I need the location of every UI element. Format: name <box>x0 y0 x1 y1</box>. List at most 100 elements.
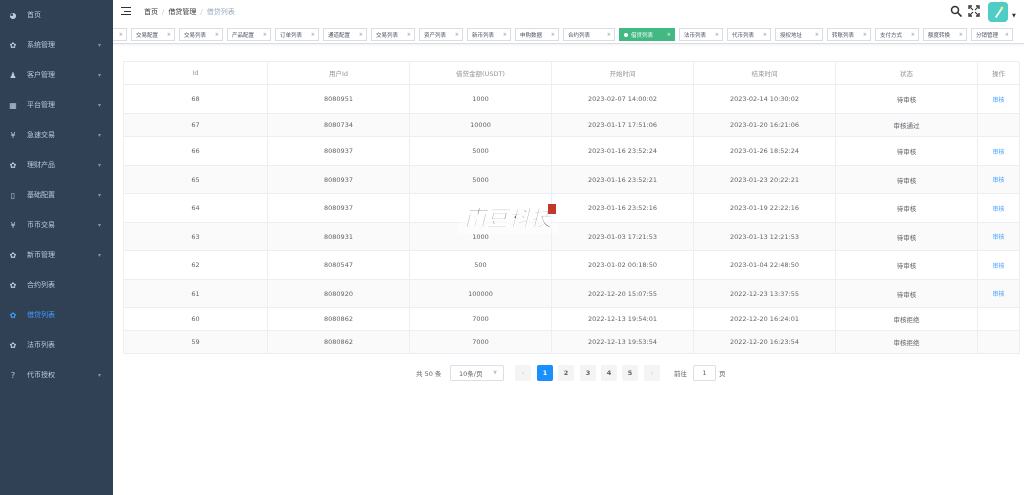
sidebar-item[interactable]: ▦ 平台管理 ▾ <box>0 90 113 120</box>
close-icon[interactable]: × <box>311 32 315 38</box>
sidebar-item[interactable]: ✿ 新币管理 ▾ <box>0 240 113 270</box>
close-icon[interactable]: × <box>1005 32 1009 38</box>
sidebar-item-label: 借贷列表 <box>27 311 55 319</box>
cell-user-id: 8080951 <box>268 85 410 114</box>
gear-icon: ✿ <box>9 250 17 260</box>
review-link[interactable]: 审核 <box>992 175 1004 184</box>
page-button[interactable]: 2 <box>558 365 574 381</box>
fullscreen-icon[interactable] <box>968 5 980 17</box>
tag-item[interactable]: 合约列表 × <box>563 28 615 41</box>
sidebar-item[interactable]: ✿ 系统管理 ▾ <box>0 30 113 60</box>
cell-end-time: 2023-01-20 16:21:06 <box>694 114 836 137</box>
close-icon[interactable]: × <box>607 32 611 38</box>
close-icon[interactable]: × <box>551 32 555 38</box>
close-icon[interactable]: × <box>715 32 719 38</box>
tag-label: 支付方式 <box>880 32 903 39</box>
close-icon[interactable]: × <box>455 32 459 38</box>
tag-item[interactable]: 分销管理 × <box>971 28 1013 41</box>
tag-item[interactable]: 法币列表 × <box>679 28 723 41</box>
review-link[interactable]: 审核 <box>992 147 1004 156</box>
page-size-select[interactable]: 10条/页 ▼ <box>450 365 504 381</box>
sidebar-item[interactable]: ¥ 急速交易 ▾ <box>0 120 113 150</box>
next-page-button[interactable]: › <box>644 365 660 381</box>
review-link[interactable]: 审核 <box>992 204 1004 213</box>
sidebar-item[interactable]: ◕ 首页 <box>0 0 113 30</box>
review-link[interactable]: 审核 <box>992 95 1004 104</box>
review-link[interactable]: 审核 <box>992 232 1004 241</box>
gear-icon: ✿ <box>9 280 17 290</box>
cell-status: 审核拒绝 <box>836 331 978 354</box>
tag-item[interactable]: 产品配置 × <box>227 28 271 41</box>
sidebar-item[interactable]: ✿ 借贷列表 <box>0 300 113 330</box>
close-icon[interactable]: × <box>215 32 219 38</box>
cell-end-time: 2023-01-04 22:48:50 <box>694 251 836 280</box>
page-button[interactable]: 1 <box>537 365 553 381</box>
close-icon[interactable]: × <box>503 32 507 38</box>
tag-item[interactable]: 交易列表 × <box>179 28 223 41</box>
tag-item[interactable]: 额度转换 × <box>923 28 967 41</box>
hamburger-menu-icon[interactable] <box>121 6 131 16</box>
tag-item[interactable]: 支付方式 × <box>875 28 919 41</box>
jump-page-input[interactable]: 1 <box>693 365 716 381</box>
col-header-actions: 操作 <box>978 62 1020 85</box>
close-icon[interactable]: × <box>863 32 867 38</box>
search-icon[interactable] <box>950 5 962 17</box>
cell-start-time: 2023-02-07 14:00:02 <box>552 85 694 114</box>
close-icon[interactable]: × <box>263 32 267 38</box>
avatar[interactable] <box>988 2 1008 22</box>
sidebar-item[interactable]: ♟ 客户管理 ▾ <box>0 60 113 90</box>
review-link[interactable]: 审核 <box>992 261 1004 270</box>
page-button[interactable]: 5 <box>622 365 638 381</box>
col-header-end-time: 结束时间 <box>694 62 836 85</box>
sidebar-item[interactable]: ✿ 合约列表 <box>0 270 113 300</box>
tag-item[interactable]: 授权地址 × <box>775 28 823 41</box>
sidebar-item[interactable]: ▯ 基础配置 ▾ <box>0 180 113 210</box>
page-button[interactable]: 3 <box>580 365 596 381</box>
tag-item[interactable]: 资产列表 × <box>419 28 463 41</box>
cell-user-id: 8080862 <box>268 331 410 354</box>
breadcrumb-home[interactable]: 首页 <box>144 8 158 16</box>
close-icon[interactable]: × <box>667 32 671 38</box>
tag-item[interactable]: 代币列表 × <box>727 28 771 41</box>
tags-view: 列表×交易配置×交易列表×产品配置×订单列表×通道配置×交易列表×资产列表×新币… <box>113 26 1024 44</box>
tag-item[interactable]: 交易列表 × <box>371 28 415 41</box>
close-icon[interactable]: × <box>167 32 171 38</box>
tag-item[interactable]: 借贷列表 × <box>619 28 675 41</box>
tag-item[interactable]: 订单列表 × <box>275 28 319 41</box>
cell-amount: 10000 <box>410 114 552 137</box>
sidebar-item[interactable]: ✿ 法币列表 <box>0 330 113 360</box>
review-link[interactable]: 审核 <box>992 289 1004 298</box>
tag-item[interactable]: 新币列表 × <box>467 28 511 41</box>
page-button[interactable]: 4 <box>601 365 617 381</box>
chevron-down-icon: ▾ <box>97 101 101 109</box>
close-icon[interactable]: × <box>959 32 963 38</box>
cell-end-time: 2023-01-26 18:52:24 <box>694 137 836 166</box>
tag-item[interactable]: 列表× <box>113 28 127 41</box>
tag-item[interactable]: 通道配置 × <box>323 28 367 41</box>
dashboard-icon: ◕ <box>9 10 17 20</box>
close-icon[interactable]: × <box>407 32 411 38</box>
close-icon[interactable]: × <box>815 32 819 38</box>
table-row: 66 8080937 5000 2023-01-16 23:52:24 2023-01-… <box>124 137 1020 166</box>
col-header-user-id: 用户Id <box>268 62 410 85</box>
sidebar-item[interactable]: ? 代币授权 ▾ <box>0 360 113 390</box>
avatar-caret-icon[interactable]: ▼ <box>1012 13 1016 19</box>
close-icon[interactable]: × <box>359 32 363 38</box>
cell-end-time: 2022-12-23 13:37:55 <box>694 280 836 308</box>
cell-end-time: 2022-12-20 16:23:54 <box>694 331 836 354</box>
tag-item[interactable]: 交易配置 × <box>131 28 175 41</box>
prev-page-button[interactable]: ‹ <box>515 365 531 381</box>
tag-item[interactable]: 申购数据 × <box>515 28 559 41</box>
active-dot-icon <box>624 32 628 37</box>
close-icon[interactable]: × <box>763 32 767 38</box>
tag-item[interactable]: 转账列表 × <box>827 28 871 41</box>
gear-icon: ✿ <box>9 160 17 170</box>
tag-label: 通道配置 <box>328 32 351 39</box>
sidebar-item[interactable]: ¥ 币币交易 ▾ <box>0 210 113 240</box>
close-icon[interactable]: × <box>911 32 915 38</box>
breadcrumb: 首页 / 借贷管理 / 借贷列表 <box>144 8 235 16</box>
cell-id: 64 <box>124 194 268 223</box>
close-icon[interactable]: × <box>119 32 123 38</box>
sidebar-item-label: 新币管理 <box>27 251 55 259</box>
sidebar-item[interactable]: ✿ 理财产品 ▾ <box>0 150 113 180</box>
